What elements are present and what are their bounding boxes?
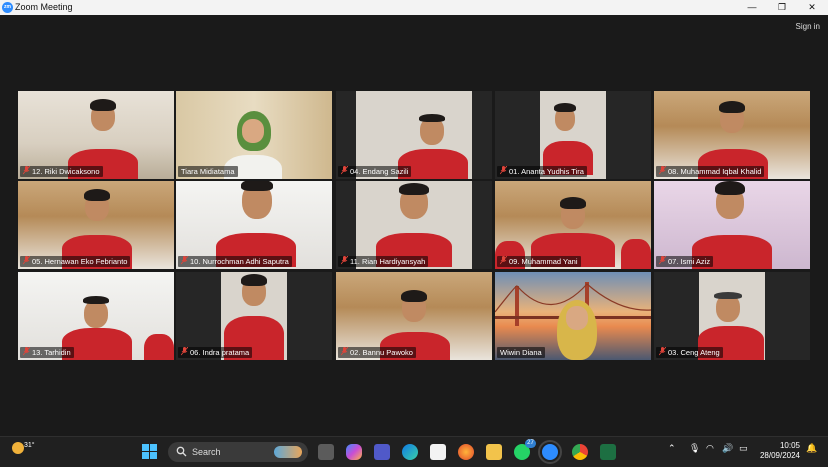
clock-date: 28/09/2024 xyxy=(759,451,800,460)
windows-taskbar: 31° Search 27 ⌃ 🎙 ◠ 🔊 ▭ 10:05 28/09/2024… xyxy=(0,436,828,467)
participant-name-label: 05. Hernawan Eko Febrianto xyxy=(20,256,131,267)
show-hidden-icons-chevron-icon[interactable]: ⌃ xyxy=(668,443,676,454)
mic-muted-icon xyxy=(659,347,666,356)
clock-time: 10:05 xyxy=(779,441,800,450)
participant-tile[interactable]: 04. Endang Sazili xyxy=(336,91,492,179)
participant-tile[interactable]: 07. Ismi Aziz xyxy=(654,181,810,269)
participant-name-label: 02. Bannu Pawoko xyxy=(338,347,416,358)
participant-tile[interactable]: 11. Rian Hardiyansyah xyxy=(336,181,492,269)
participant-name-label: 09. Muhammad Yani xyxy=(497,256,581,267)
participant-tile[interactable]: 03. Ceng Ateng xyxy=(654,272,810,360)
mic-muted-icon xyxy=(181,256,188,265)
whatsapp-notification-badge: 27 xyxy=(525,439,536,448)
participant-tile[interactable]: 02. Bannu Pawoko xyxy=(336,272,492,360)
mic-muted-icon xyxy=(500,256,507,265)
participant-name-label: 03. Ceng Ateng xyxy=(656,347,723,358)
microphone-icon[interactable]: 🎙 xyxy=(689,443,700,454)
mic-muted-icon xyxy=(23,166,30,175)
zoom-app-icon[interactable] xyxy=(538,440,562,464)
mic-muted-icon xyxy=(659,256,666,265)
participant-tile-active-speaker[interactable]: Tiara Midiatama xyxy=(176,91,332,179)
participant-name-label: 11. Rian Hardiyansyah xyxy=(338,256,429,267)
teams-icon[interactable] xyxy=(374,444,390,460)
mic-muted-icon xyxy=(181,347,188,356)
minimize-button[interactable]: — xyxy=(737,0,767,15)
participant-name-label: 10. Nurrochman Adhi Saputra xyxy=(178,256,292,267)
weather-sun-icon xyxy=(12,442,24,454)
task-view-icon[interactable] xyxy=(318,444,334,460)
firefox-icon[interactable] xyxy=(458,444,474,460)
maximize-button[interactable]: ❐ xyxy=(767,0,797,15)
participant-tile[interactable]: 01. Ananta Yudhis Tira xyxy=(495,91,651,179)
sign-in-button[interactable]: Sign in xyxy=(796,22,820,31)
participant-name-label: 01. Ananta Yudhis Tira xyxy=(497,166,587,177)
participant-name-label: 04. Endang Sazili xyxy=(338,166,412,177)
participant-tile[interactable]: 08. Muhammad Iqbal Khalid xyxy=(654,91,810,179)
participant-tile[interactable]: 13. Tarhidin xyxy=(18,272,174,360)
search-label: Search xyxy=(192,447,221,457)
participant-tile[interactable]: 10. Nurrochman Adhi Saputra xyxy=(176,181,332,269)
wifi-icon[interactable]: ◠ xyxy=(706,443,714,454)
participant-tile[interactable]: 12. Riki Dwicaksono xyxy=(18,91,174,179)
search-icon xyxy=(176,446,187,457)
system-clock[interactable]: 10:05 28/09/2024 xyxy=(760,441,800,461)
participant-name-label: 08. Muhammad Iqbal Khalid xyxy=(656,166,765,177)
participant-name-label: 12. Riki Dwicaksono xyxy=(20,166,103,177)
mic-muted-icon xyxy=(500,166,507,175)
mic-muted-icon xyxy=(23,347,30,356)
participant-tile[interactable]: 09. Muhammad Yani xyxy=(495,181,651,269)
window-titlebar: zm Zoom Meeting — ❐ ✕ xyxy=(0,0,828,15)
mic-muted-icon xyxy=(341,256,348,265)
edge-browser-icon[interactable] xyxy=(402,444,418,460)
participant-name-label: 06. Indra pratama xyxy=(178,347,253,358)
notification-bell-icon[interactable]: 🔔 xyxy=(806,443,817,454)
windows-start-button[interactable] xyxy=(142,444,158,460)
mic-muted-icon xyxy=(341,166,348,175)
window-title: Zoom Meeting xyxy=(15,2,73,12)
participant-name-label: Wiwin Diana xyxy=(497,347,545,358)
excel-icon[interactable] xyxy=(600,444,616,460)
weather-temperature: 31° xyxy=(24,442,35,449)
weather-widget[interactable]: 31° xyxy=(12,442,35,454)
participant-tile[interactable]: 06. Indra pratama xyxy=(176,272,332,360)
participant-name-label: Tiara Midiatama xyxy=(178,166,238,177)
mic-muted-icon xyxy=(341,347,348,356)
microsoft-store-icon[interactable] xyxy=(430,444,446,460)
taskbar-search-box[interactable]: Search xyxy=(168,442,308,462)
chrome-icon[interactable] xyxy=(572,444,588,460)
volume-icon[interactable]: 🔊 xyxy=(722,443,733,454)
close-button[interactable]: ✕ xyxy=(797,0,827,15)
participant-tile[interactable]: Wiwin Diana xyxy=(495,272,651,360)
file-explorer-icon[interactable] xyxy=(486,444,502,460)
mic-muted-icon xyxy=(659,166,666,175)
copilot-icon[interactable] xyxy=(346,444,362,460)
battery-icon[interactable]: ▭ xyxy=(739,443,748,454)
search-highlight-image xyxy=(274,446,302,458)
participant-tile[interactable]: 05. Hernawan Eko Febrianto xyxy=(18,181,174,269)
zoom-logo-icon: zm xyxy=(2,2,13,13)
mic-muted-icon xyxy=(23,256,30,265)
participant-name-label: 07. Ismi Aziz xyxy=(656,256,714,267)
participant-name-label: 13. Tarhidin xyxy=(20,347,74,358)
